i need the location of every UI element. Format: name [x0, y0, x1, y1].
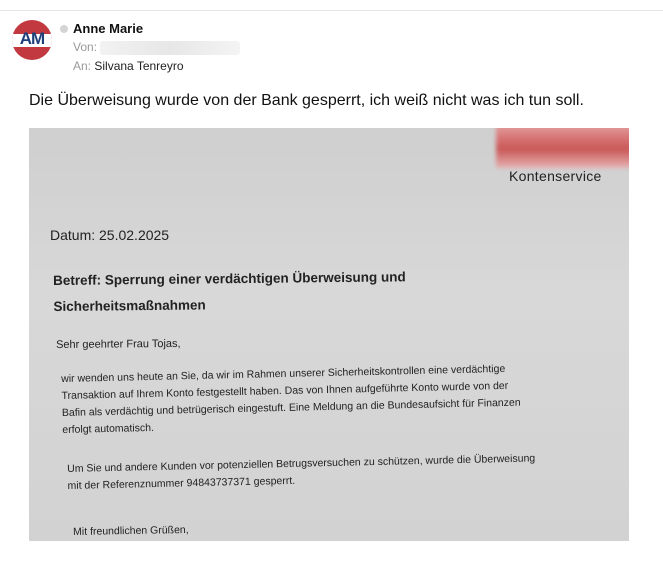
to-label: An: [73, 59, 92, 73]
sender-name[interactable]: Anne Marie [73, 21, 143, 36]
letter-date: Datum: 25.02.2025 [50, 227, 170, 243]
to-row: An: Silvana Tenreyro [73, 59, 184, 73]
bank-logo-redacted [496, 128, 629, 168]
subject-line: Sicherheitsmaßnahmen [53, 297, 206, 314]
letter-department: Kontenservice [509, 168, 602, 184]
from-address-redacted [100, 40, 241, 55]
letter-paragraph-1: wir wenden uns heute an Sie, da wir im R… [61, 359, 602, 439]
letter-subject: Betreff: Sperrung einer verdächtigen Übe… [53, 264, 406, 320]
attached-photo[interactable]: Kontenservice Datum: 25.02.2025 Betreff:… [29, 128, 629, 541]
letter-paragraph-2: Um Sie und andere Kunden vor potenzielle… [67, 449, 608, 495]
from-row: Von: [73, 40, 241, 55]
avatar[interactable]: AM [12, 20, 52, 60]
letter-closing: Mit freundlichen Grüßen, [73, 523, 189, 538]
avatar-initials: AM [19, 29, 45, 48]
presence-indicator-icon [60, 25, 68, 33]
letter-document: Kontenservice Datum: 25.02.2025 Betreff:… [29, 128, 629, 541]
from-label: Von: [73, 40, 98, 54]
subject-line: Betreff: Sperrung einer verdächtigen Übe… [53, 269, 406, 288]
letter-salutation: Sehr geehrter Frau Tojas, [56, 337, 181, 351]
to-name[interactable]: Silvana Tenreyro [94, 59, 183, 73]
top-divider [0, 10, 663, 11]
message-body: Die Überweisung wurde von der Bank gespe… [29, 92, 584, 109]
